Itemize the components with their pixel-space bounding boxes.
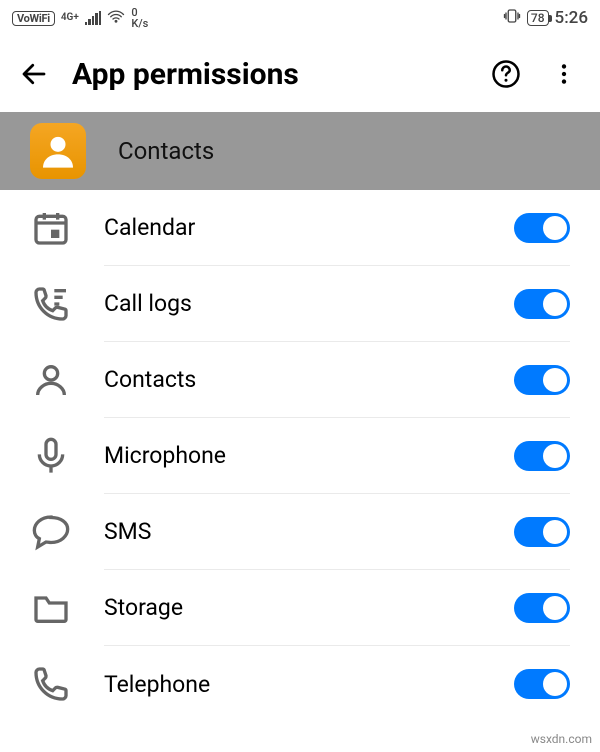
- permission-row-sms: SMS: [0, 494, 600, 570]
- permission-label: Microphone: [104, 442, 226, 469]
- permission-toggle-microphone[interactable]: [514, 441, 570, 471]
- permission-label: Contacts: [104, 366, 196, 393]
- signal-icon: [85, 11, 102, 25]
- permission-toggle-contacts[interactable]: [514, 365, 570, 395]
- permission-label: SMS: [104, 518, 151, 545]
- permission-row-contacts: Contacts: [0, 342, 600, 418]
- app-header: Contacts: [0, 112, 600, 190]
- status-bar: VoWiFi 4G+ 0 K/s 78 5:26: [0, 0, 600, 36]
- permissions-list: Calendar Call logs Contacts Microphone: [0, 190, 600, 722]
- telephone-icon: [30, 663, 72, 705]
- vowifi-indicator: VoWiFi: [12, 11, 55, 26]
- permission-label: Telephone: [104, 671, 210, 698]
- permission-row-call-logs: Call logs: [0, 266, 600, 342]
- status-right: 78 5:26: [503, 7, 588, 29]
- permission-toggle-call-logs[interactable]: [514, 289, 570, 319]
- calendar-icon: [30, 207, 72, 249]
- header: App permissions: [0, 36, 600, 112]
- vibrate-icon: [503, 7, 521, 29]
- status-left: VoWiFi 4G+ 0 K/s: [12, 7, 148, 29]
- permission-label: Call logs: [104, 290, 192, 317]
- permission-toggle-storage[interactable]: [514, 593, 570, 623]
- permission-label: Storage: [104, 594, 183, 621]
- permission-toggle-sms[interactable]: [514, 517, 570, 547]
- permission-row-calendar: Calendar: [0, 190, 600, 266]
- back-button[interactable]: [18, 58, 50, 90]
- network-indicator: 4G+: [61, 13, 79, 23]
- call-logs-icon: [30, 283, 72, 325]
- battery-indicator: 78: [527, 10, 549, 26]
- wifi-icon: [107, 7, 125, 29]
- microphone-icon: [30, 435, 72, 477]
- watermark: wsxdn.com: [531, 732, 592, 746]
- permission-label: Calendar: [104, 214, 195, 241]
- permission-toggle-calendar[interactable]: [514, 213, 570, 243]
- permission-toggle-telephone[interactable]: [514, 669, 570, 699]
- page-title: App permissions: [72, 57, 466, 92]
- storage-icon: [30, 587, 72, 629]
- permission-row-storage: Storage: [0, 570, 600, 646]
- permission-row-telephone: Telephone: [0, 646, 600, 722]
- network-speed: 0 K/s: [131, 7, 148, 29]
- app-name: Contacts: [118, 137, 214, 165]
- contacts-icon: [30, 359, 72, 401]
- contacts-app-icon: [30, 123, 86, 179]
- help-button[interactable]: [488, 56, 524, 92]
- clock: 5:26: [555, 8, 588, 28]
- sms-icon: [30, 511, 72, 553]
- more-options-button[interactable]: [546, 56, 582, 92]
- permission-row-microphone: Microphone: [0, 418, 600, 494]
